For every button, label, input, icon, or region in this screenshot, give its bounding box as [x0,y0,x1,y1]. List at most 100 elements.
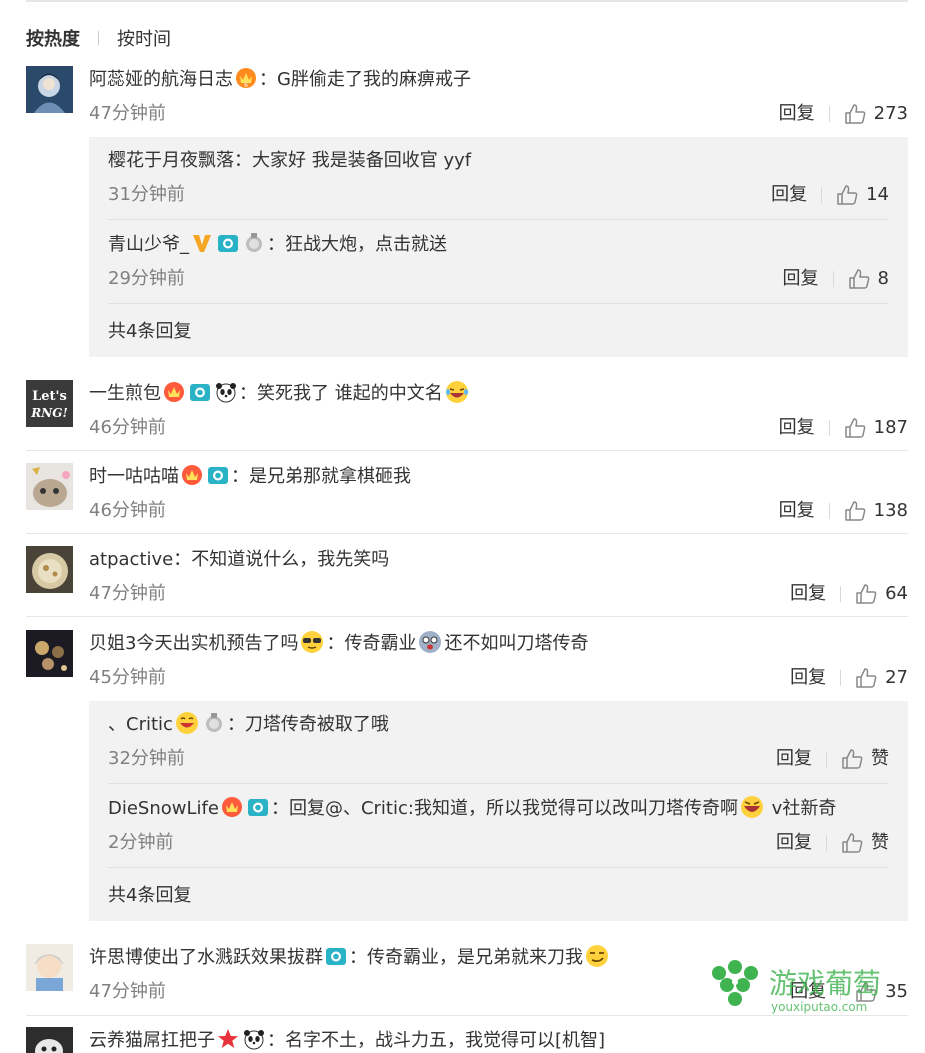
camera-badge-icon [247,799,268,816]
comment-time: 47分钟前 [89,103,166,124]
comment-nickname[interactable]: atpactive [89,549,173,570]
action-separator [840,670,842,686]
sub-reply-nickname[interactable]: 青山少爷_ [108,234,189,255]
vip-badge-icon [164,382,184,402]
red-star-icon [218,1029,238,1048]
thumbs-up-icon [856,584,877,604]
grinning-emoji-icon [175,712,198,734]
action-separator [821,187,823,203]
thumbs-up-icon [848,269,869,289]
comment-nickname[interactable]: 云养猫屌扛把子 [89,1030,215,1051]
reply-button[interactable]: 回复 [790,664,826,692]
like-button[interactable]: 187 [844,414,908,442]
avatar[interactable] [26,546,73,593]
sub-reply-text: ：大家好 我是装备回收官 yyf [234,150,472,171]
comment-nickname[interactable]: 时一咕咕喵 [89,466,179,487]
more-replies-link[interactable]: 共4条回复 [108,317,191,343]
thumbs-up-icon [844,104,865,124]
sub-reply-text: ：回复@、Critic:我知道，所以我觉得可以改叫刀塔传奇啊 [270,798,738,819]
like-button[interactable]: 赞 [841,745,889,773]
comment-text: ：传奇霸业，是兄弟就来刀我 [349,947,583,968]
reply-button[interactable]: 回复 [779,100,815,128]
reply-button[interactable]: 回复 [779,414,815,442]
comment-item: 时一咕咕喵 ：是兄弟那就拿棋砸我 46分钟前 回复 138 [26,463,908,534]
action-separator [828,503,830,519]
sub-reply-nickname[interactable]: 、Critic [108,714,173,735]
laughing-crying-emoji-icon [445,381,468,403]
reply-button[interactable]: 回复 [783,265,819,293]
reply-button[interactable]: 回复 [779,497,815,525]
reply-button[interactable]: 回复 [776,745,812,773]
comment-text-2: 还不如叫刀塔传奇 [444,633,589,654]
camera-badge-icon [190,384,210,401]
like-button[interactable]: 273 [844,100,908,128]
medal-icon [246,233,262,252]
comment-nickname[interactable]: 阿蕊娅的航海日志 [89,69,233,90]
like-button[interactable]: 64 [855,580,908,608]
comment-text: ：是兄弟那就拿棋砸我 [231,466,411,487]
like-button[interactable]: 27 [855,664,908,692]
comment-text: ：名字不土，战斗力五，我觉得可以[机智] [267,1030,606,1051]
sub-reply-time: 29分钟前 [108,268,185,289]
panda-icon [216,383,236,403]
sort-by-time-tab[interactable]: 按时间 [117,25,171,51]
vip-badge-icon [221,797,242,817]
like-button[interactable]: 赞 [841,829,889,857]
reply-button[interactable]: 回复 [771,181,807,209]
comment-nickname[interactable]: 许思博使出了水溅跃效果拔群 [89,947,323,968]
like-count: 273 [873,103,908,124]
sub-reply-nickname[interactable]: 樱花于月夜飘落 [108,150,234,171]
like-label: 赞 [871,832,889,853]
reply-button[interactable]: 回复 [790,580,826,608]
like-count: 27 [885,667,908,688]
comment-item: 云养猫屌扛把子 ：名字不土，战斗力五，我觉得可以[机智] [26,1027,908,1053]
avatar[interactable] [26,66,73,113]
camera-badge-icon [326,948,346,965]
watermark-url: youxiputao.com [771,1000,867,1014]
like-button[interactable]: 8 [848,265,889,293]
svg-text:6: 6 [244,82,248,89]
sub-reply-item: DieSnowLife ：回复@、Critic:我知道，所以我觉得可以改叫刀塔传奇… [108,795,889,868]
comment-nickname[interactable]: 一生煎包 [89,383,161,404]
action-separator [840,586,842,602]
comment-item: Let's RNG! 一生煎包 ：笑死我了 谁起的中文名 46分钟前 回复 187 [26,380,908,451]
avatar[interactable] [26,630,73,677]
thumbs-up-icon [837,185,858,205]
sort-separator [98,31,99,45]
vip-badge-icon: 6 [236,68,256,89]
more-replies-link[interactable]: 共4条回复 [108,881,191,907]
comment-nickname[interactable]: 贝姐3今天出实机预告了吗 [89,633,298,654]
sub-reply-item: 樱花于月夜飘落：大家好 我是装备回收官 yyf 31分钟前 回复 14 [108,147,889,220]
comment-time: 46分钟前 [89,417,166,438]
like-count: 138 [873,500,908,521]
like-button[interactable]: 138 [844,497,908,525]
thumbs-up-icon [844,501,865,521]
sort-by-hot-tab[interactable]: 按热度 [26,25,80,51]
avatar[interactable] [26,463,73,510]
action-separator [828,106,830,122]
sunglasses-emoji-icon [301,631,324,653]
vip-badge-icon [182,465,202,485]
sub-reply-time: 31分钟前 [108,184,185,205]
thumbs-up-icon [856,668,877,688]
like-button[interactable]: 14 [836,181,889,209]
sub-reply-text: ：狂战大炮，点击就送 [267,234,447,255]
comment-time: 47分钟前 [89,981,166,1002]
sub-reply-time: 2分钟前 [108,832,174,853]
camera-badge-icon [218,235,238,252]
thumbs-up-icon [842,749,863,769]
avatar[interactable] [26,944,73,991]
like-count: 187 [873,417,908,438]
like-count: 8 [877,268,889,289]
sub-reply-time: 32分钟前 [108,748,185,769]
avatar[interactable]: Let's RNG! [26,380,73,427]
smirk-emoji-icon [586,945,608,967]
medal-icon [205,713,222,732]
avatar[interactable] [26,1027,73,1053]
avatar-text: Let's [32,389,67,404]
svg-text:RNG!: RNG! [30,406,67,420]
sub-reply-nickname[interactable]: DieSnowLife [108,798,219,819]
comment-text: ：不知道说什么，我先笑吗 [173,549,390,570]
reply-button[interactable]: 回复 [776,829,812,857]
thumbs-up-icon [844,418,865,438]
